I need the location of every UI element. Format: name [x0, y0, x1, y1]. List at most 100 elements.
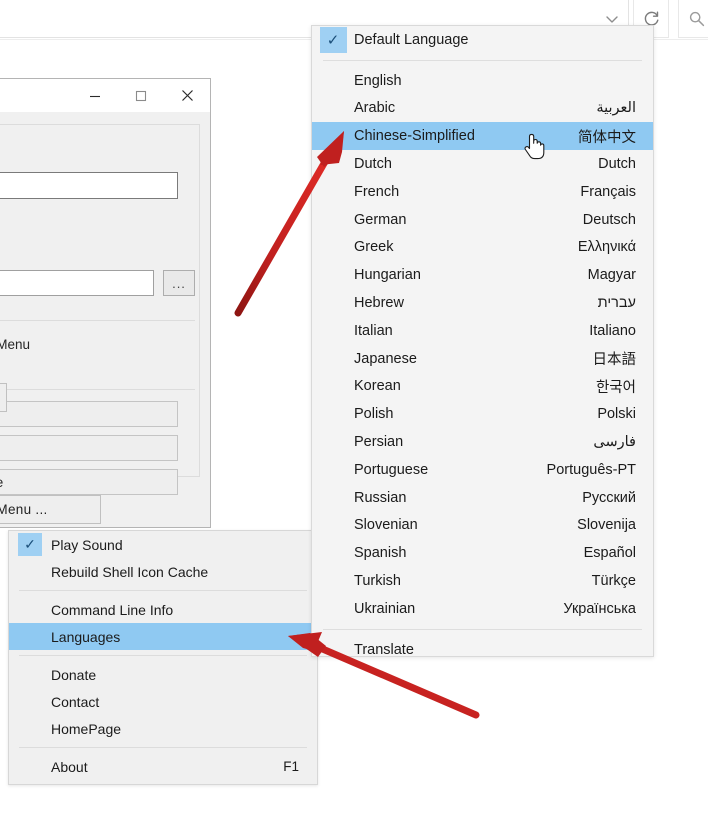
language-name-native: Português-PT [547, 462, 653, 478]
language-name-english: Russian [354, 490, 582, 506]
settings-window: e: n .ico ... Display Context Menu in fo… [0, 78, 211, 528]
context-menu-item[interactable]: Rebuild Shell Icon Cache [9, 558, 317, 585]
language-name-english: Turkish [354, 573, 592, 589]
menu-item-gutter [9, 558, 51, 585]
context-menu-item[interactable]: Languages› [9, 623, 317, 650]
language-name-native: العربية [596, 100, 653, 116]
hand-pointer-cursor [521, 130, 547, 162]
context-menu-item[interactable]: ✓Play Sound [9, 531, 317, 558]
checkbox-display-context-menu[interactable]: Display Context Menu [0, 337, 30, 352]
menu-item-gutter [9, 661, 51, 688]
menu-item-gutter [9, 688, 51, 715]
language-item-gutter [312, 345, 354, 373]
language-menu-item[interactable]: Japanese日本語 [312, 345, 653, 373]
name-input[interactable]: n [0, 172, 178, 199]
context-menu-item[interactable]: AboutF1 [9, 753, 317, 780]
remove-selected-menu-button[interactable]: ve Selected Menu [0, 435, 178, 461]
menu-button-left-overflow [0, 383, 7, 412]
language-menu-item[interactable]: RussianРусский [312, 484, 653, 512]
language-menu-item[interactable]: Arabicالعربية [312, 95, 653, 123]
language-name-native: Polski [597, 406, 653, 422]
language-name-english: Greek [354, 239, 578, 255]
language-menu-item[interactable]: PolishPolski [312, 400, 653, 428]
language-menu-item[interactable]: English [312, 67, 653, 95]
language-menu-item[interactable]: Hebrewעברית [312, 289, 653, 317]
language-name-english: Portuguese [354, 462, 547, 478]
language-name-native: 한국어 [596, 376, 653, 397]
close-button[interactable] [164, 80, 210, 112]
rebuild-shell-icon-cache-label: d Shell Icon Cache [0, 475, 3, 490]
group-divider-2 [0, 389, 195, 390]
language-name-native: Русский [582, 490, 653, 506]
maximize-button[interactable] [118, 80, 164, 112]
language-name-native: Italiano [589, 323, 653, 339]
language-name-native: Deutsch [583, 212, 653, 228]
context-menu-item-shortcut: F1 [283, 759, 317, 774]
language-item-gutter [312, 261, 354, 289]
context-menu-item[interactable]: Donate [9, 661, 317, 688]
language-name-native: Українська [563, 601, 653, 617]
language-name-english: Translate [354, 642, 636, 658]
language-menu-item[interactable]: PortuguesePortuguês-PT [312, 456, 653, 484]
add-new-menu-button[interactable]: dd New Menu [0, 401, 178, 427]
language-menu-separator [323, 629, 642, 630]
minimize-icon [87, 88, 103, 104]
context-menu-item[interactable]: HomePage [9, 715, 317, 742]
rebuild-shell-icon-cache-button[interactable]: d Shell Icon Cache [0, 469, 178, 495]
language-name-native: Español [584, 545, 653, 561]
language-menu-item[interactable]: Korean한국어 [312, 373, 653, 401]
language-menu-item[interactable]: Persianفارسی [312, 428, 653, 456]
menu-button[interactable]: Menu ... [0, 495, 101, 524]
browse-button[interactable]: ... [163, 270, 195, 296]
language-menu-item[interactable]: SlovenianSlovenija [312, 512, 653, 540]
language-name-native: Magyar [588, 267, 653, 283]
checkmark-icon: ✓ [312, 26, 354, 54]
menu-item-gutter [9, 753, 51, 780]
app-context-menu[interactable]: ✓Play SoundRebuild Shell Icon Cache Comma… [8, 530, 318, 785]
language-menu-item[interactable]: DutchDutch [312, 150, 653, 178]
language-name-english: Italian [354, 323, 589, 339]
language-menu-item[interactable]: FrenchFrançais [312, 178, 653, 206]
context-menu-item-label: HomePage [51, 721, 317, 737]
language-menu-item[interactable]: HungarianMagyar [312, 261, 653, 289]
checkmark-highlight: ✓ [18, 533, 42, 556]
language-name-native: 简体中文 [578, 126, 653, 147]
language-menu-item[interactable]: GermanDeutsch [312, 206, 653, 234]
language-name-english: Dutch [354, 156, 598, 172]
language-menu-item[interactable]: Translate [312, 636, 653, 664]
checkmark-icon: ✓ [9, 531, 51, 558]
language-name-native: Français [580, 184, 653, 200]
language-item-gutter [312, 67, 354, 95]
context-menu-item[interactable]: Command Line Info [9, 596, 317, 623]
language-menu-item[interactable]: GreekΕλληνικά [312, 234, 653, 262]
icon-path-input[interactable]: .ico [0, 270, 154, 296]
language-item-gutter [312, 234, 354, 262]
language-menu-separator [323, 60, 642, 61]
language-menu-item[interactable]: UkrainianУкраїнська [312, 595, 653, 623]
language-name-native: עברית [598, 295, 653, 311]
browse-button-label: ... [172, 276, 186, 291]
language-item-gutter [312, 122, 354, 150]
search-button[interactable] [678, 0, 708, 38]
language-menu-item[interactable]: Chinese-Simplified简体中文 [312, 122, 653, 150]
language-menu-item[interactable]: ✓Default Language [312, 26, 653, 54]
minimize-button[interactable] [72, 80, 118, 112]
language-name-native: Ελληνικά [578, 239, 653, 255]
languages-submenu[interactable]: ✓Default Language EnglishArabicالعربيةChi… [311, 25, 654, 657]
language-item-gutter [312, 178, 354, 206]
window-body: e: n .ico ... Display Context Menu in fo… [0, 112, 210, 527]
context-menu-separator [19, 590, 307, 591]
language-menu-item[interactable]: ItalianItaliano [312, 317, 653, 345]
language-name-english: Hungarian [354, 267, 588, 283]
language-name-native: Slovenija [577, 517, 653, 533]
menu-button-label: Menu ... [0, 502, 100, 517]
language-item-gutter [312, 428, 354, 456]
language-menu-item[interactable]: SpanishEspañol [312, 539, 653, 567]
language-item-gutter [312, 373, 354, 401]
language-name-english: German [354, 212, 583, 228]
language-name-native: فارسی [593, 434, 653, 450]
language-menu-item[interactable]: TurkishTürkçe [312, 567, 653, 595]
language-name-native: 日本語 [593, 348, 654, 369]
language-name-english: Korean [354, 378, 596, 394]
context-menu-item[interactable]: Contact [9, 688, 317, 715]
